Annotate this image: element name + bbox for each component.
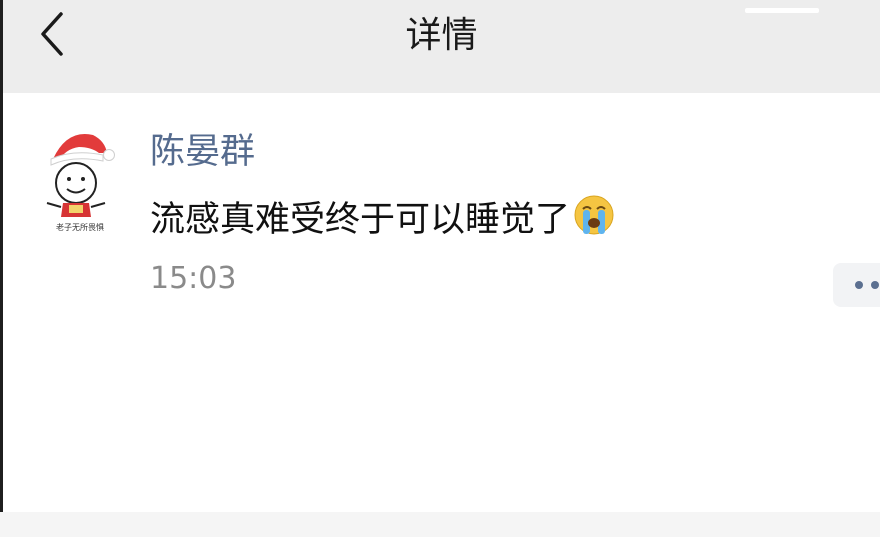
more-dots-icon-dot xyxy=(871,281,879,289)
detail-page: 详情 老子无所畏惧 陈晏群 流感真难受终于可以睡觉了 15:03 xyxy=(0,0,880,537)
bottom-area xyxy=(0,512,880,537)
avatar-image: 老子无所畏惧 xyxy=(46,134,115,232)
more-dots-icon xyxy=(855,281,863,289)
avatar[interactable]: 老子无所畏惧 xyxy=(33,113,127,233)
more-options-button[interactable] xyxy=(833,263,880,307)
avatar-caption: 老子无所畏惧 xyxy=(56,222,104,232)
author-name[interactable]: 陈晏群 xyxy=(150,131,255,173)
moment-post: 老子无所畏惧 陈晏群 流感真难受终于可以睡觉了 15:03 xyxy=(3,93,880,523)
post-time: 15:03 xyxy=(150,261,237,296)
post-text: 流感真难受终于可以睡觉了 xyxy=(150,200,571,240)
page-title: 详情 xyxy=(405,15,478,56)
crying-face-emoji xyxy=(574,195,614,235)
status-indicator xyxy=(745,8,819,13)
post-content: 流感真难受终于可以睡觉了 xyxy=(150,193,616,242)
header-bar: 详情 xyxy=(3,0,880,93)
